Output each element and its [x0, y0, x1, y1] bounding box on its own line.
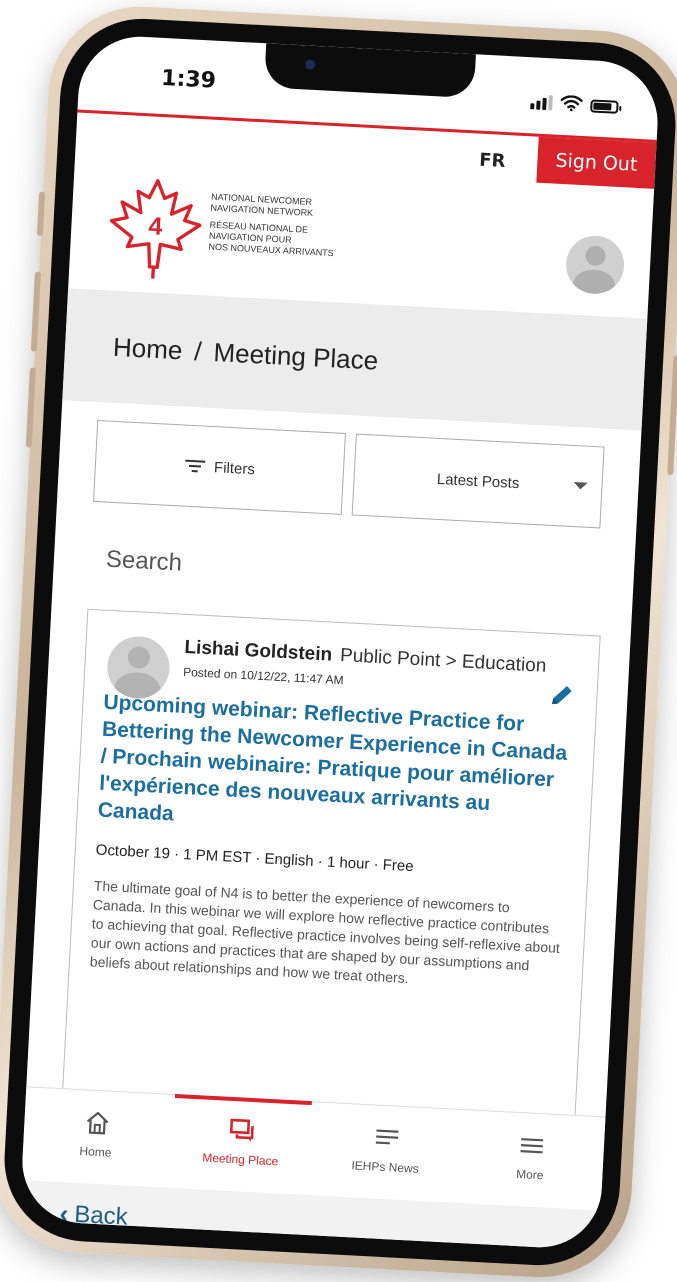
post-body: The ultimate goal of N4 is to better the…	[89, 877, 561, 987]
tab-more[interactable]: More	[456, 1110, 606, 1211]
breadcrumb-separator: /	[193, 335, 203, 366]
filter-icon	[185, 459, 206, 473]
breadcrumb-home-link[interactable]: Home	[112, 331, 183, 366]
breadcrumb-current: Meeting Place	[212, 336, 379, 376]
home-icon	[86, 1111, 108, 1135]
tab-home[interactable]: Home	[21, 1087, 171, 1188]
tab-more-label: More	[515, 1166, 544, 1183]
photo-stage: 1:39 FR Sign Out 4 NATIONAL NEWCOMER NAV…	[0, 0, 677, 1282]
sign-out-button[interactable]: Sign Out	[536, 136, 657, 189]
news-icon	[375, 1129, 399, 1145]
logo-mark-text: 4	[148, 212, 163, 241]
sort-select[interactable]: Latest Posts	[351, 433, 605, 529]
status-time: 1:39	[160, 65, 217, 94]
tab-meeting-place[interactable]: Meeting Place	[166, 1095, 316, 1196]
battery-icon	[590, 99, 619, 114]
post-title[interactable]: Upcoming webinar: Reflective Practice fo…	[97, 689, 575, 849]
app-screen: 1:39 FR Sign Out 4 NATIONAL NEWCOMER NAV…	[19, 33, 661, 1251]
post-meta: Lishai Goldstein Public Point > Education…	[183, 637, 579, 700]
phone-device: 1:39 FR Sign Out 4 NATIONAL NEWCOMER NAV…	[0, 2, 677, 1282]
post-controls: Filters Latest Posts	[92, 419, 605, 529]
tab-iehps-news[interactable]: IEHPs News	[311, 1102, 461, 1203]
search-input[interactable]: Search	[105, 546, 182, 578]
chevron-down-icon	[573, 482, 588, 490]
post-author-avatar[interactable]	[105, 634, 171, 701]
menu-icon	[520, 1138, 543, 1154]
signal-icon	[530, 94, 553, 111]
battery-level	[593, 102, 612, 111]
system-icons	[530, 93, 619, 114]
tab-meeting-place-label: Meeting Place	[201, 1150, 279, 1169]
post-category[interactable]: Public Point > Education	[340, 645, 547, 677]
tab-home-label: Home	[79, 1144, 112, 1160]
sort-selected-value: Latest Posts	[436, 470, 520, 492]
n4-maple-leaf-logo[interactable]: 4	[105, 172, 206, 283]
edit-pencil-icon[interactable]	[548, 682, 575, 709]
language-toggle-button[interactable]: FR	[479, 150, 506, 172]
post-card[interactable]: Lishai Goldstein Public Point > Education…	[62, 608, 601, 1115]
user-avatar[interactable]	[564, 234, 626, 296]
post-author[interactable]: Lishai Goldstein	[184, 637, 333, 666]
filters-label: Filters	[213, 458, 256, 478]
front-camera	[304, 59, 316, 70]
post-event-details: October 19 · 1 PM EST · English · 1 hour…	[95, 841, 414, 876]
wifi-icon	[560, 95, 583, 112]
tab-iehps-news-label: IEHPs News	[351, 1158, 420, 1176]
brand-name: NATIONAL NEWCOMER NAVIGATION NETWORK RÉS…	[208, 192, 336, 259]
chat-icon	[229, 1118, 254, 1142]
filters-button[interactable]: Filters	[92, 419, 346, 515]
